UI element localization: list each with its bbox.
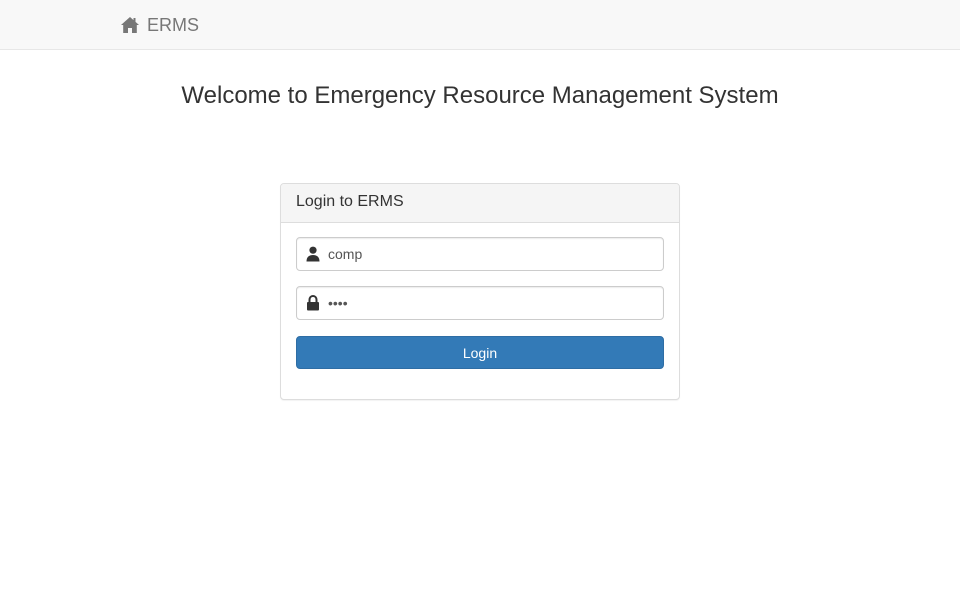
password-input[interactable] [328, 287, 658, 319]
username-input[interactable] [328, 238, 658, 270]
lock-icon [306, 295, 320, 311]
page-title: Welcome to Emergency Resource Management… [181, 82, 779, 109]
password-field-group [296, 286, 664, 320]
home-icon [120, 16, 140, 34]
brand-link[interactable]: ERMS [120, 14, 199, 36]
login-panel-heading: Login to ERMS [281, 184, 679, 223]
login-button[interactable]: Login [296, 336, 664, 369]
brand-label: ERMS [147, 14, 200, 35]
username-field-group [296, 237, 664, 271]
top-navbar: ERMS [0, 0, 960, 50]
login-panel: Login to ERMS Login [280, 183, 680, 400]
user-icon [306, 246, 320, 262]
